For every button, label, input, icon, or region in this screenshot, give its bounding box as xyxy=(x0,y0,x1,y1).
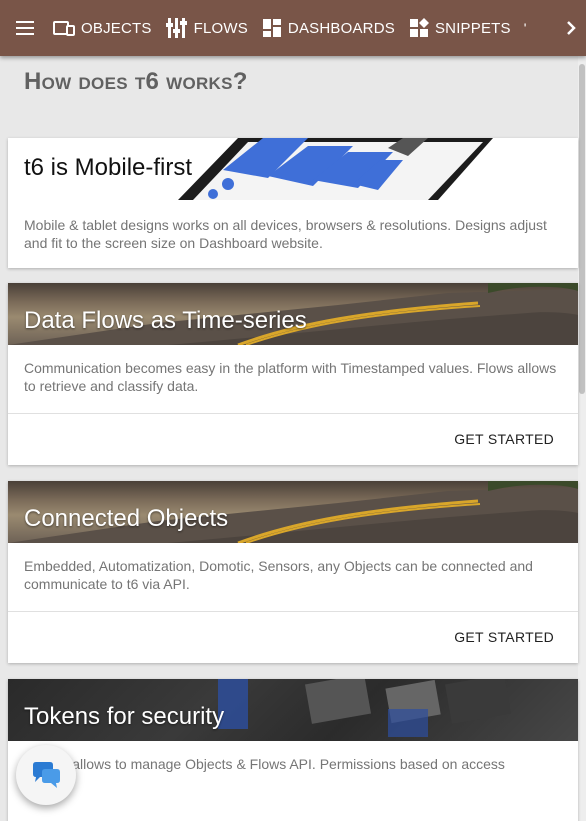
card-actions: GET STARTED xyxy=(8,611,578,663)
chevron-right-icon xyxy=(567,21,576,35)
card-text: Communication becomes easy in the platfo… xyxy=(24,360,557,394)
nav-snippets-label: SNIPPETS xyxy=(434,19,511,37)
card-mobile-first: t6 is Mobile-first Mobile & tablet desig… xyxy=(8,138,578,268)
card-image-phone: t6 is Mobile-first xyxy=(8,138,578,200)
card-image-keyboard: Tokens for security xyxy=(8,679,578,741)
nav-objects-label: OBJECTS xyxy=(81,19,152,37)
nav-objects[interactable]: OBJECTS xyxy=(50,0,163,56)
hamburger-icon xyxy=(16,27,34,29)
page-title: How does t6 works? xyxy=(24,68,248,95)
snippets-icon xyxy=(409,18,429,37)
nav-flows[interactable]: FLOWS xyxy=(163,0,259,56)
dashboards-icon xyxy=(262,19,281,37)
flows-icon xyxy=(165,18,187,38)
card-tokens-security: Tokens for security Tokens allows to man… xyxy=(8,679,578,821)
get-started-button[interactable]: GET STARTED xyxy=(454,629,554,645)
nav-next-button[interactable] xyxy=(556,0,586,56)
card-image-road: Data Flows as Time-series xyxy=(8,283,578,345)
chat-button[interactable] xyxy=(16,745,76,805)
card-text: Mobile & tablet designs works on all dev… xyxy=(24,217,547,251)
nav-dashboards-label: DASHBOARDS xyxy=(287,19,395,37)
menu-button[interactable] xyxy=(0,0,50,56)
card-text: Tokens allows to manage Objects & Flows … xyxy=(24,756,505,772)
card-title: Connected Objects xyxy=(24,505,229,532)
objects-icon xyxy=(53,21,75,36)
scrollbar-thumb[interactable] xyxy=(579,64,585,394)
card-connected-objects: Connected Objects Embedded, Automatizati… xyxy=(8,481,578,663)
card-actions: GET STARTED xyxy=(8,413,578,465)
top-app-bar: OBJECTS FLOWS DASHBOARDS SNIPPETS ' xyxy=(0,0,586,56)
chat-icon xyxy=(33,762,60,788)
nav-dashboards[interactable]: DASHBOARDS xyxy=(259,0,406,56)
card-title: Data Flows as Time-series xyxy=(24,307,307,334)
get-started-button[interactable]: GET STARTED xyxy=(454,431,554,447)
nav-overflow-item[interactable]: ' xyxy=(522,0,542,56)
card-text: Embedded, Automatization, Domotic, Senso… xyxy=(24,558,533,592)
card-data-flows: Data Flows as Time-series Communication … xyxy=(8,283,578,465)
nav-flows-label: FLOWS xyxy=(193,19,248,37)
card-title: t6 is Mobile-first xyxy=(24,154,193,181)
card-title: Tokens for security xyxy=(24,703,225,730)
nav-snippets[interactable]: SNIPPETS xyxy=(406,0,522,56)
card-image-road: Connected Objects xyxy=(8,481,578,543)
